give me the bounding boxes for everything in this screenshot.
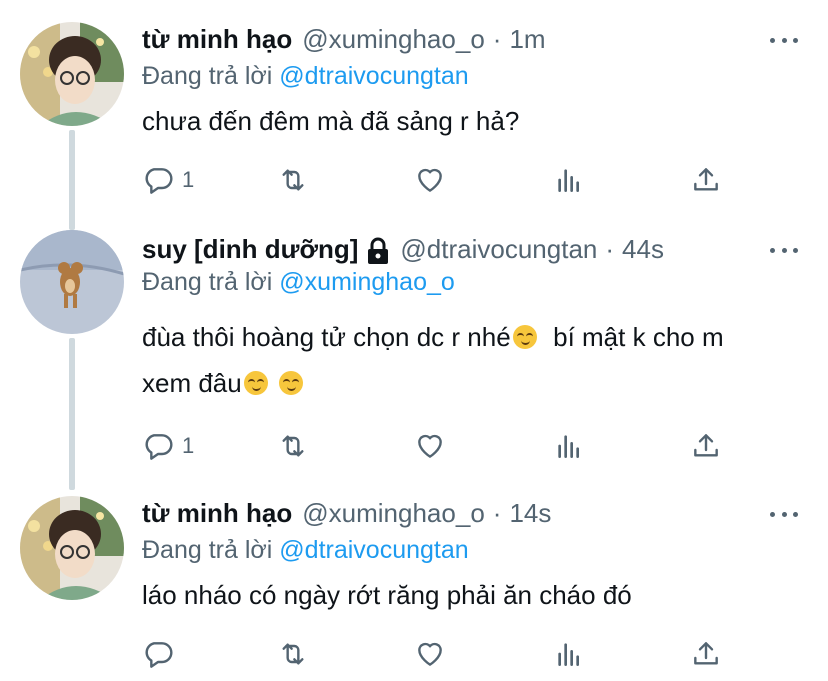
analytics-button[interactable] bbox=[553, 428, 585, 464]
display-name[interactable]: từ minh hạo bbox=[142, 498, 292, 529]
smirking-face-emoji bbox=[278, 371, 303, 395]
retweet-icon bbox=[282, 169, 304, 191]
share-button[interactable] bbox=[690, 162, 722, 198]
reply-button[interactable]: 1 bbox=[142, 162, 194, 198]
tweet-text-line: chưa đến đêm mà đã sảng r hả? bbox=[142, 106, 520, 136]
retweet-button[interactable] bbox=[277, 636, 309, 672]
reply-mention-link[interactable]: @dtraivocungtan bbox=[279, 536, 468, 564]
reply-icon bbox=[145, 168, 173, 194]
heart-icon bbox=[418, 642, 442, 666]
handle[interactable]: @xuminghao_o bbox=[302, 498, 485, 529]
tweet-text-line: xem đâu bbox=[142, 360, 812, 406]
share-icon bbox=[694, 642, 718, 665]
more-icon[interactable] bbox=[770, 35, 798, 45]
tweet[interactable]: từ minh hạo @xuminghao_o · 14s Đang trả … bbox=[0, 480, 828, 681]
tweet-text: đùa thôi hoàng tử chọn dc r nhé bí mật k… bbox=[142, 314, 812, 406]
display-name[interactable]: từ minh hạo bbox=[142, 24, 292, 55]
heart-icon bbox=[418, 434, 442, 458]
tweet-text-fragment: đùa thôi hoàng tử chọn dc r nhé bbox=[142, 322, 511, 352]
tweet-text-line: đùa thôi hoàng tử chọn dc r nhé bí mật k… bbox=[142, 314, 812, 360]
tweet-text-fragment: bí mật k cho m bbox=[538, 322, 724, 352]
share-icon bbox=[694, 434, 718, 457]
share-button[interactable] bbox=[690, 636, 722, 672]
like-button[interactable] bbox=[414, 162, 446, 198]
avatar[interactable] bbox=[20, 22, 124, 126]
timestamp[interactable]: 1m bbox=[509, 24, 545, 55]
reply-button[interactable] bbox=[142, 636, 174, 672]
analytics-icon bbox=[558, 643, 579, 666]
tweet[interactable]: từ minh hạo @xuminghao_o · 1m Đang trả l… bbox=[0, 0, 828, 210]
analytics-icon bbox=[558, 169, 579, 192]
replying-to: Đang trả lời @xuminghao_o bbox=[142, 268, 455, 297]
handle[interactable]: @xuminghao_o bbox=[302, 24, 485, 55]
more-icon[interactable] bbox=[770, 245, 798, 255]
handle[interactable]: @dtraivocungtan bbox=[400, 234, 597, 265]
analytics-button[interactable] bbox=[553, 162, 585, 198]
tweet[interactable]: suy [dinh dưỡng] @dtraivocungtan · 44s Đ… bbox=[0, 210, 828, 480]
retweet-button[interactable] bbox=[277, 428, 309, 464]
timestamp[interactable]: 44s bbox=[622, 234, 664, 265]
reply-count: 1 bbox=[182, 433, 195, 458]
analytics-icon bbox=[558, 435, 579, 458]
heart-icon bbox=[418, 168, 442, 192]
tweet-text: chưa đến đêm mà đã sảng r hả? bbox=[142, 98, 812, 144]
smirking-face-emoji bbox=[512, 325, 537, 349]
retweet-icon bbox=[282, 643, 304, 665]
reply-count: 1 bbox=[182, 167, 195, 192]
like-button[interactable] bbox=[414, 428, 446, 464]
share-button[interactable] bbox=[690, 428, 722, 464]
reply-icon bbox=[145, 642, 173, 668]
separator: · bbox=[492, 497, 502, 528]
smirking-face-emoji bbox=[243, 371, 268, 395]
reply-mention-link[interactable]: @dtraivocungtan bbox=[279, 62, 468, 90]
tweet-actions: 1 bbox=[142, 162, 742, 198]
like-button[interactable] bbox=[414, 636, 446, 672]
separator: · bbox=[605, 233, 615, 264]
reply-prefix: Đang trả lời bbox=[142, 268, 273, 296]
lock-icon bbox=[366, 237, 390, 265]
avatar[interactable] bbox=[20, 496, 124, 600]
replying-to: Đang trả lời @dtraivocungtan bbox=[142, 536, 469, 565]
avatar[interactable] bbox=[20, 230, 124, 334]
reply-mention-link[interactable]: @xuminghao_o bbox=[279, 268, 455, 296]
retweet-icon bbox=[282, 435, 304, 457]
tweet-actions bbox=[142, 636, 742, 672]
tweet-text-fragment: xem đâu bbox=[142, 368, 242, 398]
tweet-text: láo nháo có ngày rớt răng phải ăn cháo đ… bbox=[142, 572, 812, 618]
reply-button[interactable]: 1 bbox=[142, 428, 194, 464]
reply-prefix: Đang trả lời bbox=[142, 536, 273, 564]
tweet-text-line: láo nháo có ngày rớt răng phải ăn cháo đ… bbox=[142, 580, 632, 610]
tweet-header: từ minh hạo @xuminghao_o · 1m bbox=[142, 22, 546, 56]
timestamp[interactable]: 14s bbox=[509, 498, 551, 529]
tweet-actions: 1 bbox=[142, 428, 742, 464]
replying-to: Đang trả lời @dtraivocungtan bbox=[142, 62, 469, 91]
retweet-button[interactable] bbox=[277, 162, 309, 198]
tweet-header: từ minh hạo @xuminghao_o · 14s bbox=[142, 496, 551, 530]
more-icon[interactable] bbox=[770, 509, 798, 519]
analytics-button[interactable] bbox=[553, 636, 585, 672]
separator: · bbox=[492, 23, 502, 54]
reply-icon bbox=[145, 434, 173, 460]
display-name[interactable]: suy [dinh dưỡng] bbox=[142, 234, 358, 265]
tweet-header: suy [dinh dưỡng] @dtraivocungtan · 44s bbox=[142, 232, 664, 266]
share-icon bbox=[694, 168, 718, 191]
reply-prefix: Đang trả lời bbox=[142, 62, 273, 90]
